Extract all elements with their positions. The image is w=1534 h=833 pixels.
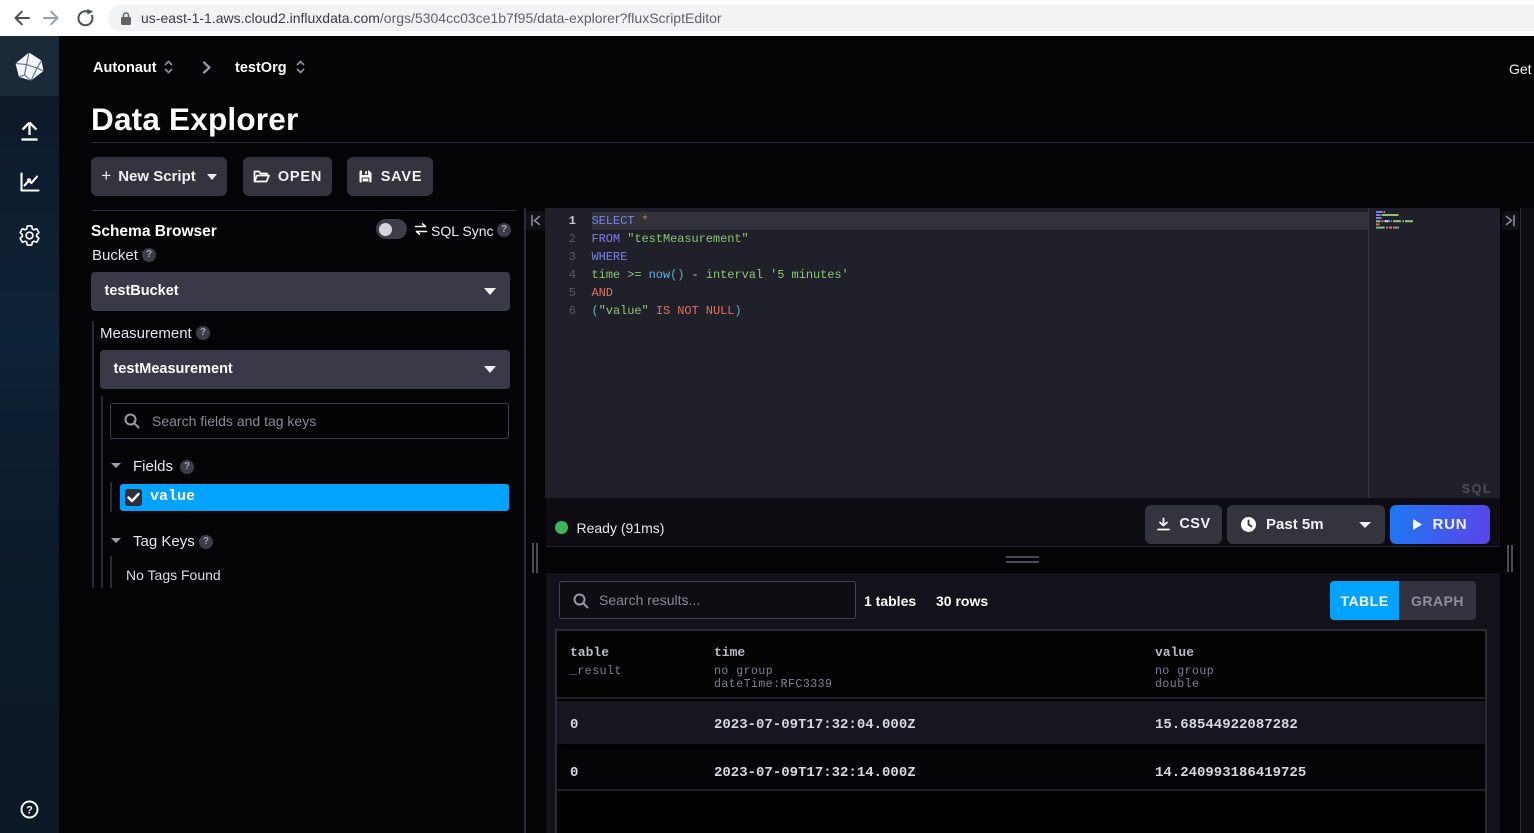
svg-text:?: ? [26, 805, 33, 817]
